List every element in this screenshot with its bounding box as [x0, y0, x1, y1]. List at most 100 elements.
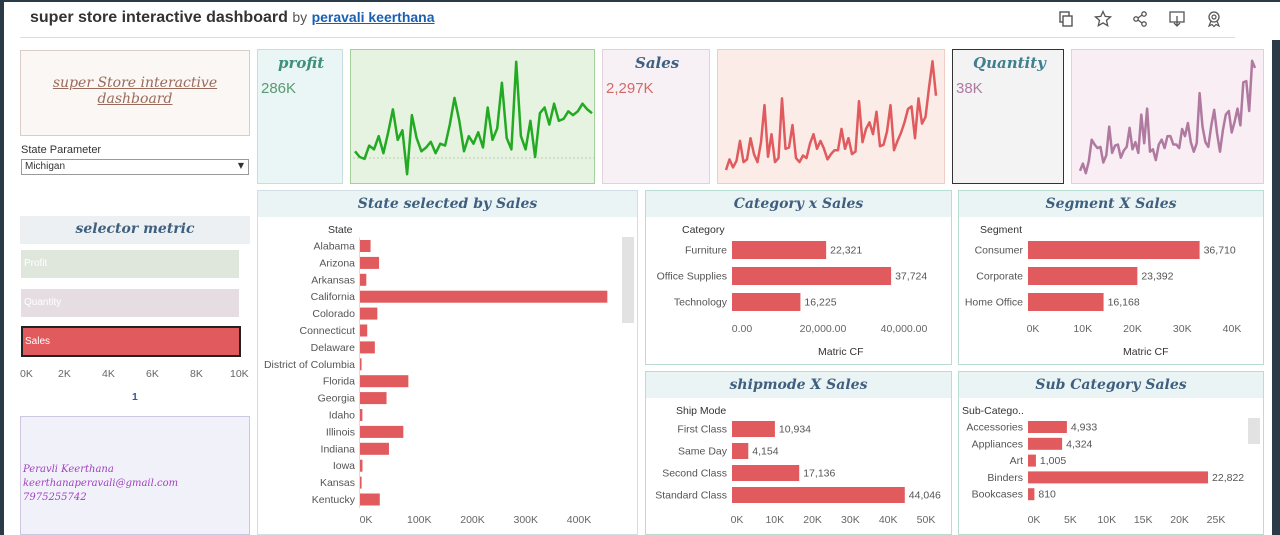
category-label: Connecticut	[300, 325, 356, 337]
bar[interactable]	[360, 273, 367, 286]
bar[interactable]	[732, 443, 749, 459]
category-label: Iowa	[333, 460, 355, 472]
data-label: 10,934	[779, 424, 811, 436]
revert-icon[interactable]	[1057, 10, 1075, 28]
author-link[interactable]: peravali keerthana	[312, 9, 435, 25]
segment-bar-chart: Consumer 36,710 Corporate 23,392 Home Office…	[965, 241, 1241, 335]
data-label: 22,321	[830, 245, 862, 257]
bar[interactable]	[1028, 488, 1035, 501]
x-tick-label: 40,000.00	[881, 323, 928, 335]
page-title: super store interactive dashboard by per…	[30, 9, 435, 27]
data-label: 4,324	[1066, 438, 1092, 450]
bar[interactable]	[360, 392, 387, 405]
bar[interactable]	[360, 341, 375, 354]
bar[interactable]	[732, 267, 892, 285]
selector-item-quantity[interactable]: Quantity	[21, 289, 239, 317]
pagination-page[interactable]: 1	[132, 391, 138, 403]
bar[interactable]	[360, 240, 371, 252]
x-tick-label: 0K	[1027, 323, 1040, 335]
bar[interactable]	[360, 256, 380, 269]
x-tick-label: 10K	[1073, 323, 1092, 335]
bar[interactable]	[360, 409, 363, 421]
kpi-profit-value: 286K	[261, 80, 297, 97]
bar[interactable]	[732, 293, 801, 311]
bar[interactable]	[732, 487, 905, 503]
sparkline-series	[1078, 59, 1257, 175]
bar[interactable]	[732, 465, 800, 481]
category-label: Arkansas	[311, 274, 355, 286]
data-label: 36,710	[1204, 245, 1236, 257]
bar[interactable]	[732, 241, 827, 259]
signature-card: Peravli Keerthana keerthanaperavali@gmai…	[20, 416, 250, 535]
x-tick-label: 15K	[1134, 514, 1153, 526]
data-label: 23,392	[1141, 271, 1173, 283]
x-tick-label: 20K	[1170, 514, 1189, 526]
x-tick-label: 10K	[765, 514, 784, 526]
shipmode-sales-panel: shipmode X Sales Ship Mode First Class 10…	[645, 371, 952, 535]
category-label: District of Columbia	[264, 359, 355, 371]
sparkline-series	[724, 60, 938, 171]
by-text: by	[292, 9, 308, 25]
download-icon[interactable]	[1168, 10, 1186, 28]
bar[interactable]	[360, 425, 404, 438]
bar[interactable]	[360, 307, 378, 320]
category-label: Second Class	[662, 468, 727, 480]
bar[interactable]	[360, 442, 389, 455]
category-label: Kansas	[320, 477, 355, 489]
x-tick-label: 40K	[879, 514, 898, 526]
share-icon[interactable]	[1131, 10, 1149, 28]
category-label: California	[311, 291, 356, 303]
bar[interactable]	[360, 324, 368, 337]
category-bar-chart: Furniture 22,321 Office Supplies 37,724 Tech…	[657, 241, 928, 335]
badge-icon[interactable]	[1205, 10, 1223, 28]
bar[interactable]	[360, 375, 409, 388]
bar[interactable]	[360, 476, 362, 489]
bar[interactable]	[360, 358, 362, 371]
category-label: Delaware	[311, 342, 356, 354]
state-bar-chart: Alabama Arizona Arkansas California Colorado…	[264, 237, 608, 526]
bar[interactable]	[1028, 421, 1067, 433]
x-tick-label: 20,000.00	[800, 323, 847, 335]
category-label: First Class	[677, 424, 727, 436]
category-label: Technology	[674, 297, 728, 309]
dashboard-title: super store interactive dashboard	[30, 9, 288, 26]
bar[interactable]	[1028, 454, 1036, 467]
kpi-profit-title: profit	[278, 54, 325, 72]
category-label: Kentucky	[312, 494, 356, 506]
kpi-quantity-title: Quantity	[973, 54, 1046, 72]
bar[interactable]	[360, 290, 608, 303]
data-label: 4,933	[1071, 422, 1097, 434]
selector-item-profit[interactable]: Profit	[21, 250, 239, 278]
bar[interactable]	[1028, 241, 1200, 259]
favorite-star-icon[interactable]	[1093, 9, 1113, 28]
x-tick-label: 0K	[731, 514, 744, 526]
scrollbar-thumb[interactable]	[622, 237, 634, 323]
category-label: Accessories	[966, 422, 1023, 434]
quantity-sparkline-chart	[1078, 59, 1257, 175]
bar[interactable]	[1028, 267, 1138, 285]
x-tick-label: 50K	[917, 514, 936, 526]
selector-item-sales[interactable]: Sales	[21, 326, 241, 357]
category-label: Colorado	[312, 308, 355, 320]
x-tick-label: 400K	[567, 514, 592, 526]
selector-axis-tick: 6K	[146, 368, 159, 380]
bar[interactable]	[360, 459, 363, 472]
selector-axis-tick: 0K	[20, 368, 33, 380]
selector-item-label: Quantity	[24, 297, 62, 308]
subcategory-bar-chart: Accessories 4,933 Appliances 4,324 Art 1,005 B…	[966, 421, 1244, 526]
scrollbar-thumb[interactable]	[1248, 418, 1260, 444]
bar[interactable]	[1028, 471, 1209, 484]
bar[interactable]	[360, 493, 380, 506]
signature-email: keerthanaperavali@gmail.com	[23, 478, 179, 489]
x-tick-label: 0K	[1028, 514, 1041, 526]
window-frame-left	[0, 0, 4, 535]
category-label: Standard Class	[655, 490, 727, 502]
bar[interactable]	[1028, 437, 1063, 450]
shipmode-bar-chart: First Class 10,934 Same Day 4,154 Second Cla…	[655, 421, 941, 526]
bar[interactable]	[1028, 293, 1104, 311]
data-label: 16,168	[1108, 297, 1140, 309]
state-parameter-select[interactable]: Michigan ▼	[21, 159, 249, 175]
bar[interactable]	[732, 421, 775, 437]
data-label: 44,046	[909, 490, 941, 502]
category-label: Office Supplies	[657, 271, 727, 283]
